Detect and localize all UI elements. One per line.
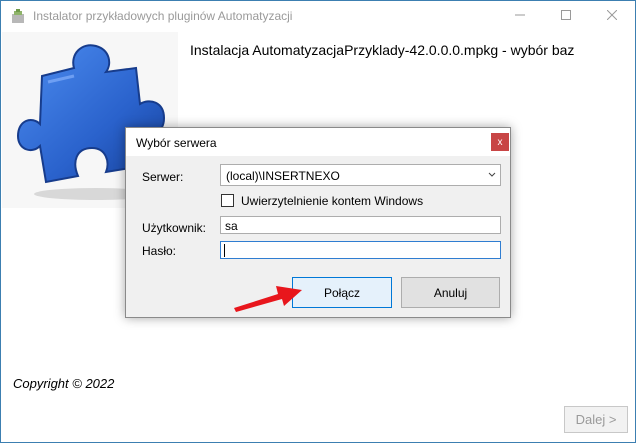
cancel-button[interactable]: Anuluj: [401, 277, 500, 308]
minimize-icon: [515, 9, 525, 23]
windows-auth-label[interactable]: Uwierzytelnienie kontem Windows: [241, 194, 423, 208]
close-icon: [606, 9, 618, 23]
user-label: Użytkownik:: [142, 221, 207, 235]
minimize-button[interactable]: [497, 1, 543, 31]
chevron-down-icon: [486, 167, 498, 183]
copyright-text: Copyright © 2022: [13, 376, 115, 391]
dialog-titlebar: Wybór serwera x: [126, 128, 510, 156]
user-field[interactable]: sa: [220, 216, 501, 234]
server-label: Serwer:: [142, 170, 184, 184]
maximize-button[interactable]: [543, 1, 589, 31]
server-select[interactable]: (local)\INSERTNEXO: [220, 164, 501, 186]
window-title: Instalator przykładowych pluginów Automa…: [33, 9, 293, 23]
dialog-close-button[interactable]: x: [491, 133, 509, 151]
user-value: sa: [225, 219, 238, 233]
next-button[interactable]: Dalej >: [564, 406, 628, 433]
installer-icon: [10, 8, 26, 24]
server-selection-dialog: Wybór serwera x Serwer: (local)\INSERTNE…: [125, 127, 511, 318]
connect-button[interactable]: Połącz: [292, 277, 392, 308]
window-titlebar: Instalator przykładowych pluginów Automa…: [1, 1, 635, 31]
server-value: (local)\INSERTNEXO: [226, 169, 340, 183]
password-label: Hasło:: [142, 244, 177, 258]
text-caret: [224, 244, 225, 257]
windows-auth-checkbox[interactable]: [221, 194, 234, 207]
close-button[interactable]: [589, 1, 635, 31]
maximize-icon: [561, 9, 571, 23]
password-field[interactable]: [220, 241, 501, 259]
page-header: Instalacja AutomatyzacjaPrzyklady-42.0.0…: [190, 42, 575, 58]
dialog-title: Wybór serwera: [136, 136, 217, 150]
red-arrow-icon: [232, 282, 304, 315]
